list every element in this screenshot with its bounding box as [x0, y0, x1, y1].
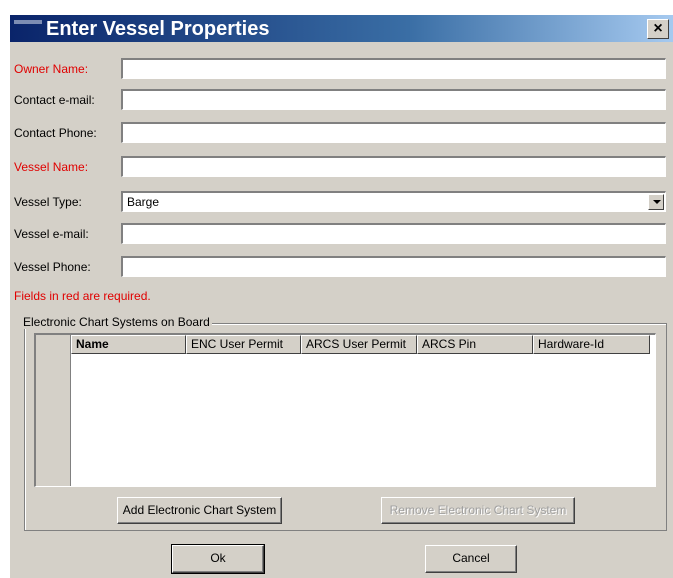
- ok-button[interactable]: Ok: [171, 544, 265, 574]
- required-fields-note: Fields in red are required.: [14, 289, 151, 303]
- column-header-hardware-id[interactable]: Hardware-Id: [533, 335, 650, 354]
- ecs-table[interactable]: Name ENC User Permit ARCS User Permit AR…: [34, 333, 656, 487]
- remove-ecs-button[interactable]: Remove Electronic Chart System: [381, 497, 575, 524]
- close-button[interactable]: ×: [647, 19, 669, 39]
- column-header-enc-user-permit[interactable]: ENC User Permit: [186, 335, 301, 354]
- vessel-email-field[interactable]: [121, 223, 666, 244]
- vessel-type-value: Barge: [127, 195, 160, 209]
- vessel-type-label: Vessel Type:: [14, 195, 82, 209]
- owner-name-label: Owner Name:: [14, 62, 89, 76]
- ecs-group-title: Electronic Chart Systems on Board: [21, 315, 212, 329]
- dialog-title: Enter Vessel Properties: [46, 18, 270, 40]
- owner-name-field[interactable]: [121, 58, 666, 79]
- window-icon: [14, 20, 42, 24]
- row-header-column: [36, 335, 71, 486]
- vessel-phone-label: Vessel Phone:: [14, 260, 91, 274]
- vessel-properties-dialog: Enter Vessel Properties × Owner Name: Co…: [9, 14, 673, 578]
- vessel-type-select[interactable]: Barge: [121, 191, 666, 212]
- column-header-arcs-user-permit[interactable]: ARCS User Permit: [301, 335, 417, 354]
- add-ecs-button[interactable]: Add Electronic Chart System: [117, 497, 282, 524]
- vessel-email-label: Vessel e-mail:: [14, 227, 89, 241]
- contact-phone-field[interactable]: [121, 122, 666, 143]
- column-header-arcs-pin[interactable]: ARCS Pin: [417, 335, 533, 354]
- title-bar[interactable]: Enter Vessel Properties ×: [10, 15, 673, 42]
- contact-phone-label: Contact Phone:: [14, 126, 97, 140]
- chevron-down-icon[interactable]: [648, 194, 664, 210]
- cancel-button[interactable]: Cancel: [425, 545, 517, 573]
- column-header-name[interactable]: Name: [71, 335, 186, 354]
- contact-email-field[interactable]: [121, 89, 666, 110]
- contact-email-label: Contact e-mail:: [14, 93, 95, 107]
- vessel-name-field[interactable]: [121, 156, 666, 177]
- vessel-phone-field[interactable]: [121, 256, 666, 277]
- vessel-name-label: Vessel Name:: [14, 160, 89, 174]
- table-header: Name ENC User Permit ARCS User Permit AR…: [71, 335, 650, 354]
